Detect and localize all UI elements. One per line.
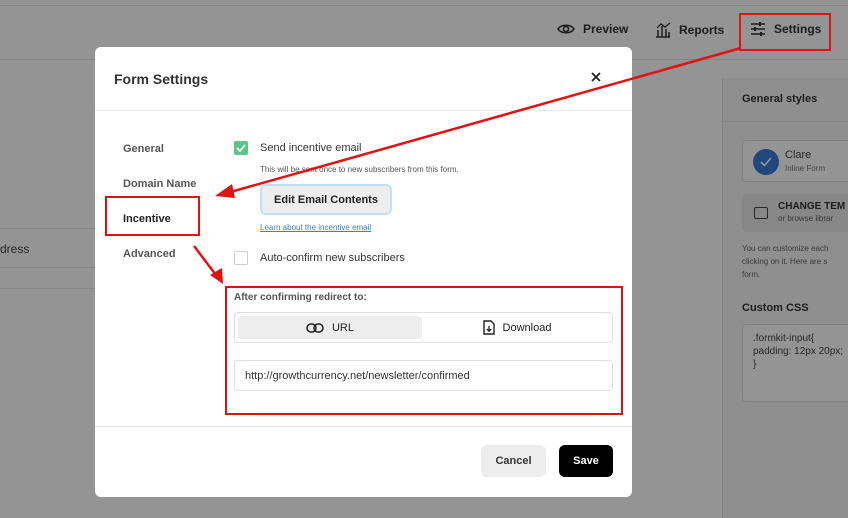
- learn-incentive-link[interactable]: Learn about the incentive email: [260, 223, 371, 232]
- form-settings-modal: Form Settings General Domain Name Incent…: [95, 47, 632, 497]
- save-button[interactable]: Save: [559, 445, 613, 477]
- send-incentive-checkbox[interactable]: [234, 141, 248, 155]
- send-incentive-hint: This will be sent once to new subscriber…: [260, 165, 459, 174]
- auto-confirm-checkbox[interactable]: [234, 251, 248, 265]
- auto-confirm-label: Auto-confirm new subscribers: [260, 252, 405, 264]
- nav-domain-name[interactable]: Domain Name: [123, 178, 196, 190]
- cancel-button[interactable]: Cancel: [481, 445, 546, 477]
- annotation-box-incentive: [105, 196, 200, 236]
- modal-header: Form Settings: [95, 47, 632, 111]
- annotation-box-settings: [739, 13, 831, 51]
- close-icon[interactable]: [588, 69, 604, 85]
- modal-title: Form Settings: [114, 71, 209, 87]
- footer-divider: [95, 426, 632, 427]
- annotation-box-redirect: [225, 286, 623, 415]
- edit-email-contents-button[interactable]: Edit Email Contents: [260, 184, 392, 215]
- check-icon: [236, 144, 246, 153]
- nav-advanced[interactable]: Advanced: [123, 248, 176, 260]
- nav-general[interactable]: General: [123, 143, 164, 155]
- send-incentive-label: Send incentive email: [260, 142, 362, 154]
